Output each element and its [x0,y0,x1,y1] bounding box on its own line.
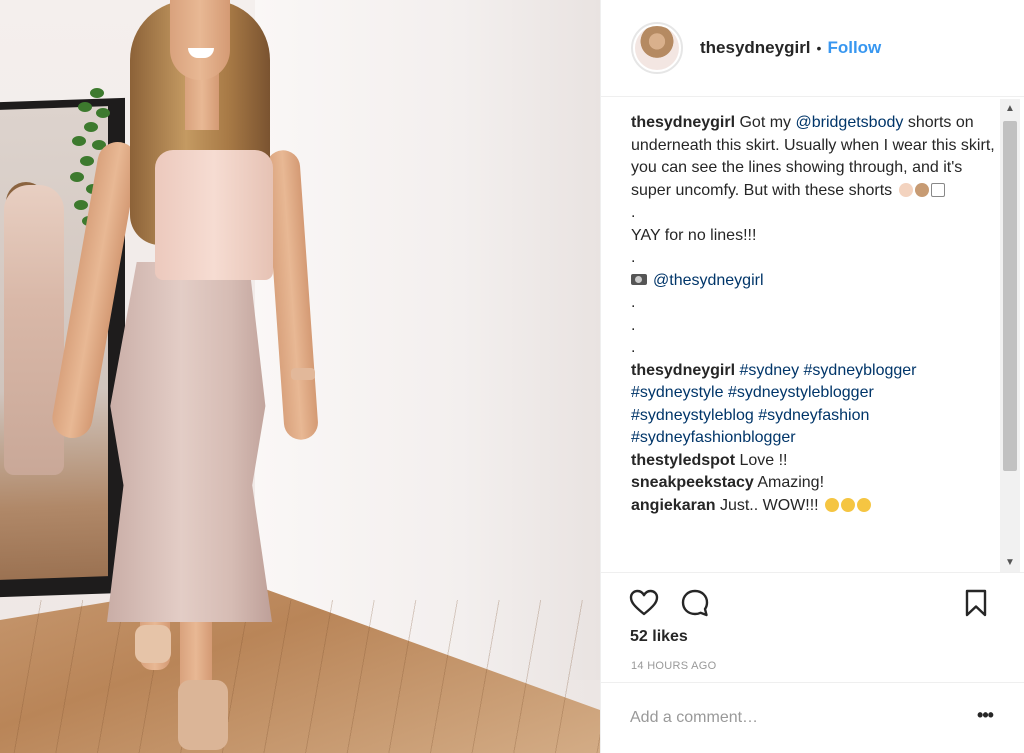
pencil-skirt [107,262,272,622]
heart-eyes-emoji-icon [857,497,872,512]
caption-username[interactable]: thesydneygirl [631,114,735,131]
post-timestamp[interactable]: 14 HOURS AGO [631,660,717,672]
comment-text: Love !! [739,451,788,469]
speech-bubble-icon[interactable] [679,587,711,619]
post-photo[interactable] [0,0,600,753]
more-options-icon[interactable]: ••• [973,705,997,729]
comment: angiekaran Just.. WOW!!! [631,495,999,518]
unknown-glyph-icon [930,182,945,197]
peach-emoji-icon [914,182,929,197]
follow-button[interactable]: Follow [827,38,881,58]
comments-list[interactable]: thesydneygirl Got my @bridgetsbody short… [631,112,999,574]
camera-icon [631,273,647,285]
photo-credit-link[interactable]: @thesydneygirl [653,272,764,289]
watch [291,368,315,380]
comment-text: Amazing! [757,474,825,491]
comment-text: Just.. WOW!!! [719,496,819,514]
caption-line2: YAY for no lines!!! [631,226,757,244]
photo-credit: @thesydneygirl [631,270,999,293]
post-side-panel: thesydneygirl • Follow thesydneygirl Got… [600,0,1024,753]
pink-top [155,150,273,280]
heart-icon[interactable] [628,587,660,619]
caption-mention-link[interactable]: @bridgetsbody [796,114,904,131]
comment: thestyledspot Love !! [631,450,999,473]
scrollbar-thumb[interactable] [1003,121,1017,471]
caption-dot: . [631,249,636,266]
post-actions: 52 likes 14 HOURS AGO [601,572,1024,682]
caption-text-before: Got my [739,114,792,131]
comments-scrollbar[interactable]: ▲ ▼ [1000,99,1020,573]
caption-dot: . [631,294,636,311]
comment-username[interactable]: thesydneygirl [631,362,735,379]
add-comment-bar: ••• [601,682,1024,753]
scroll-down-arrow-icon[interactable]: ▼ [1000,553,1020,573]
grin-emoji-icon [841,497,856,512]
caption: thesydneygirl Got my @bridgetsbody short… [631,112,999,202]
header-username[interactable]: thesydneygirl [700,38,811,58]
woman-figure [49,0,345,753]
like-count[interactable]: 52 likes [630,628,688,646]
header-separator: • [816,40,822,56]
smile-emoji-icon [825,497,840,512]
comment: sneakpeekstacy Amazing! [631,472,999,495]
comment-username[interactable]: angiekaran [631,497,715,514]
comment-input[interactable] [630,705,960,731]
post-header: thesydneygirl • Follow [601,0,1024,97]
comment-username[interactable]: thestyledspot [631,452,735,469]
caption-dot: . [631,316,636,334]
caption-dot: . [631,339,636,356]
hand-emoji-icon [898,182,913,197]
scroll-up-arrow-icon[interactable]: ▲ [1000,99,1020,119]
avatar[interactable] [631,22,683,74]
caption-dot: . [631,204,636,221]
bookmark-icon[interactable] [960,587,992,619]
comment-username[interactable]: sneakpeekstacy [631,474,754,491]
hashtag-comment: thesydneygirl #sydney #sydneyblogger #sy… [631,360,999,450]
